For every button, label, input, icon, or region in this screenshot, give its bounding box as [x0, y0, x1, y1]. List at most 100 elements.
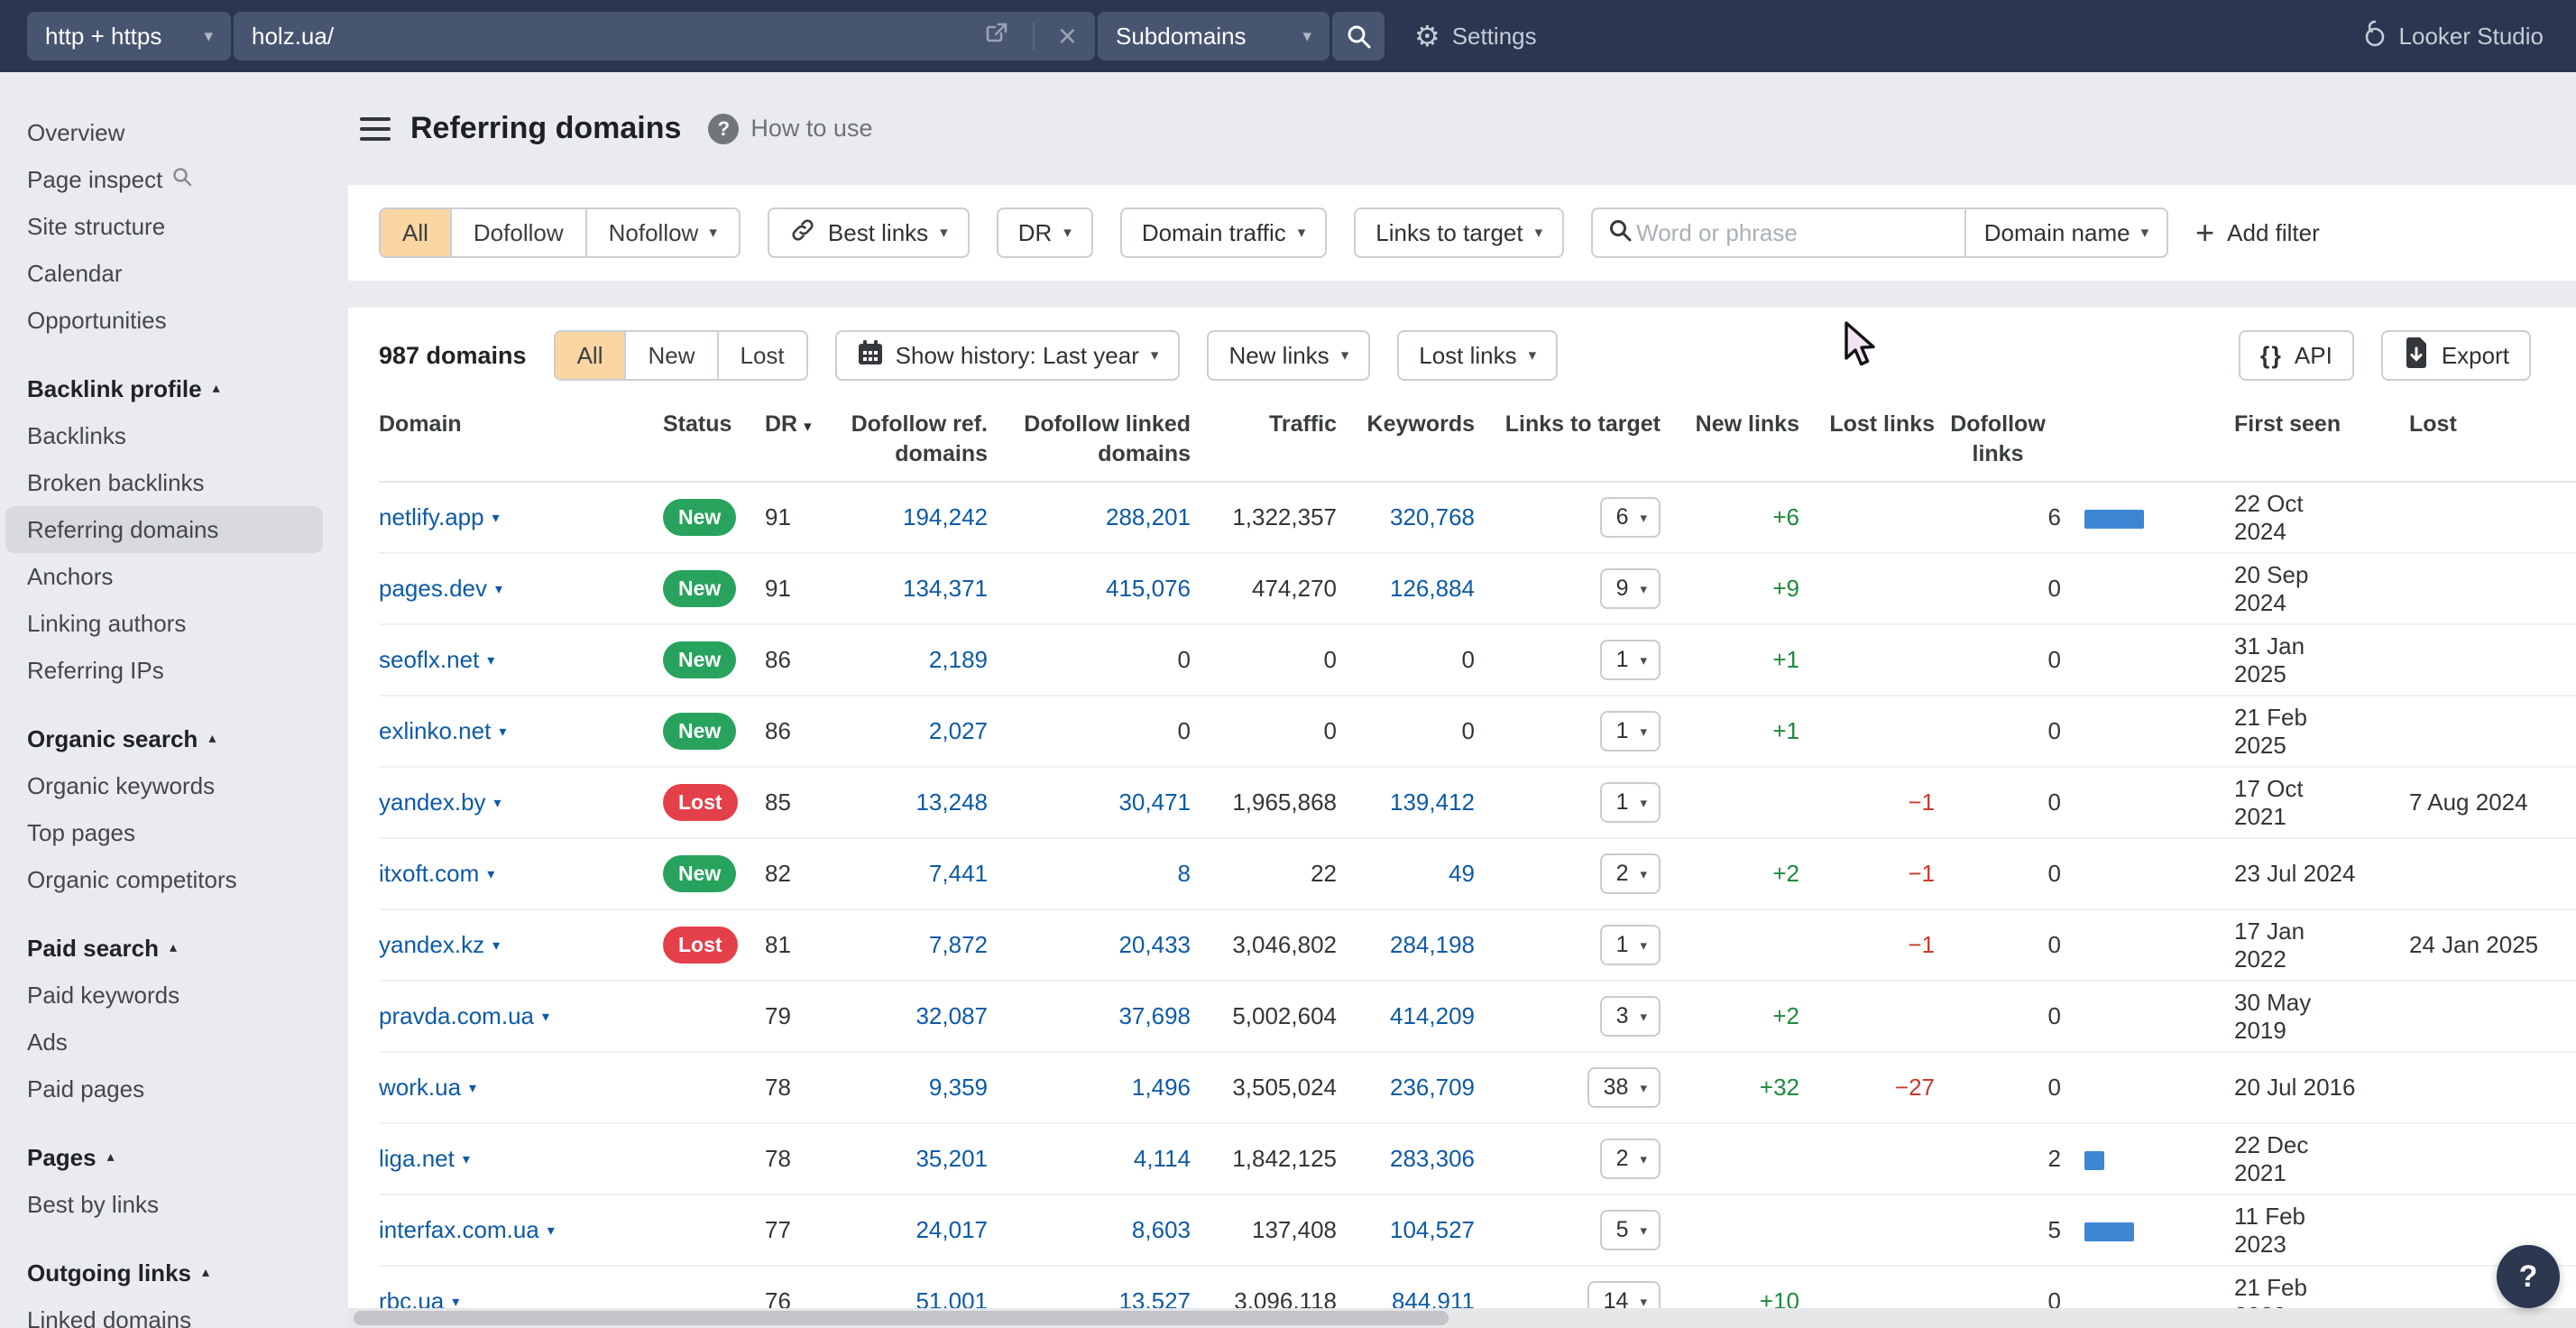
- sidebar-item-paid-keywords[interactable]: Paid keywords: [5, 972, 323, 1019]
- tab-all[interactable]: All: [556, 332, 625, 379]
- col-first-seen[interactable]: First seen: [2160, 410, 2359, 439]
- domain-link[interactable]: interfax.com.ua▾: [379, 1216, 555, 1244]
- sidebar-item-referring-domains[interactable]: Referring domains: [5, 506, 323, 553]
- dofollow-linked-domains-link[interactable]: 8,603: [1132, 1216, 1191, 1243]
- dr-filter-button[interactable]: DR▾: [997, 208, 1093, 258]
- target-url-input[interactable]: holz.ua/ ×: [234, 12, 1095, 60]
- dofollow-linked-domains-link[interactable]: 30,471: [1118, 788, 1191, 816]
- open-external-icon[interactable]: [984, 21, 1009, 52]
- col-dofollow-linked-domains[interactable]: Dofollow linked domains: [988, 410, 1191, 468]
- dofollow-linked-domains-link[interactable]: 4,114: [1134, 1145, 1191, 1172]
- links-to-target-select[interactable]: 1▾: [1600, 640, 1661, 680]
- links-to-target-select[interactable]: 1▾: [1600, 711, 1661, 752]
- sidebar-group-paid-search[interactable]: Paid search▴: [0, 925, 348, 972]
- new-links-button[interactable]: New links▾: [1207, 330, 1370, 381]
- lost-links-button[interactable]: Lost links▾: [1397, 330, 1558, 381]
- show-history-button[interactable]: Show history: Last year ▾: [835, 330, 1181, 381]
- col-links-to-target[interactable]: Links to target: [1475, 410, 1682, 439]
- sidebar-item-broken-backlinks[interactable]: Broken backlinks: [5, 459, 323, 506]
- links-to-target-select[interactable]: 2▾: [1600, 1139, 1661, 1179]
- keywords-link[interactable]: 320,768: [1390, 503, 1475, 530]
- col-traffic[interactable]: Traffic: [1191, 410, 1337, 439]
- clear-url-icon[interactable]: ×: [1058, 20, 1077, 52]
- domain-link[interactable]: yandex.by▾: [379, 788, 501, 816]
- links-to-target-select[interactable]: 2▾: [1600, 853, 1661, 894]
- dofollow-linked-domains-link[interactable]: 8: [1178, 860, 1191, 887]
- keywords-link[interactable]: 104,527: [1390, 1216, 1475, 1243]
- tab-nofollow[interactable]: Nofollow▾: [585, 209, 739, 256]
- dofollow-ref-domains-link[interactable]: 134,371: [903, 575, 988, 602]
- tab-all[interactable]: All: [381, 209, 450, 256]
- dofollow-linked-domains-link[interactable]: 415,076: [1106, 575, 1191, 602]
- sidebar-item-referring-ips[interactable]: Referring IPs: [5, 647, 323, 694]
- sidebar-item-top-pages[interactable]: Top pages: [5, 809, 323, 856]
- sidebar-item-linking-authors[interactable]: Linking authors: [5, 600, 323, 647]
- best-links-filter-button[interactable]: Best links ▾: [768, 208, 970, 258]
- dofollow-linked-domains-link[interactable]: 288,201: [1106, 503, 1191, 530]
- tab-dofollow[interactable]: Dofollow: [450, 209, 585, 256]
- export-button[interactable]: Export: [2381, 330, 2531, 381]
- keywords-link[interactable]: 414,209: [1390, 1002, 1475, 1029]
- col-lost[interactable]: Lost: [2359, 410, 2576, 439]
- links-to-target-select[interactable]: 5▾: [1600, 1210, 1661, 1250]
- dofollow-ref-domains-link[interactable]: 35,201: [915, 1145, 988, 1172]
- sidebar-group-organic-search[interactable]: Organic search▴: [0, 715, 348, 762]
- scrollbar-thumb[interactable]: [354, 1311, 1449, 1325]
- col-dofollow-links[interactable]: Dofollow links: [1935, 410, 2061, 468]
- dofollow-ref-domains-link[interactable]: 194,242: [903, 503, 988, 530]
- how-to-use-link[interactable]: ? How to use: [708, 114, 872, 144]
- col-dr[interactable]: DR ▾: [758, 410, 830, 439]
- dofollow-ref-domains-link[interactable]: 7,441: [929, 860, 988, 887]
- domain-link[interactable]: pravda.com.ua▾: [379, 1002, 549, 1030]
- keywords-link[interactable]: 139,412: [1390, 788, 1475, 816]
- tab-new[interactable]: New: [624, 332, 716, 379]
- domain-link[interactable]: yandex.kz▾: [379, 931, 500, 959]
- links-to-target-select[interactable]: 9▾: [1600, 568, 1661, 609]
- keywords-link[interactable]: 283,306: [1390, 1145, 1475, 1172]
- dofollow-ref-domains-link[interactable]: 9,359: [929, 1074, 988, 1101]
- sidebar-item-calendar[interactable]: Calendar: [5, 250, 323, 297]
- dofollow-linked-domains-link[interactable]: 20,433: [1118, 931, 1191, 958]
- links-to-target-select[interactable]: 1▾: [1600, 782, 1661, 823]
- sidebar-item-ads[interactable]: Ads: [5, 1019, 323, 1065]
- domain-link[interactable]: work.ua▾: [379, 1074, 476, 1102]
- dofollow-ref-domains-link[interactable]: 32,087: [915, 1002, 988, 1029]
- dofollow-ref-domains-link[interactable]: 2,189: [929, 646, 988, 673]
- sidebar-item-anchors[interactable]: Anchors: [5, 553, 323, 600]
- domain-traffic-filter-button[interactable]: Domain traffic▾: [1120, 208, 1327, 258]
- sidebar-item-opportunities[interactable]: Opportunities: [5, 297, 323, 344]
- horizontal-scrollbar[interactable]: [348, 1308, 2576, 1328]
- col-dofollow-ref-domains[interactable]: Dofollow ref. domains: [830, 410, 988, 468]
- looker-studio-button[interactable]: Looker Studio: [2360, 19, 2544, 54]
- col-status[interactable]: Status: [658, 410, 758, 439]
- help-button[interactable]: ?: [2497, 1245, 2560, 1308]
- sidebar-item-paid-pages[interactable]: Paid pages: [5, 1065, 323, 1112]
- links-to-target-select[interactable]: 38▾: [1587, 1067, 1661, 1108]
- keywords-link[interactable]: 49: [1449, 860, 1475, 887]
- dofollow-ref-domains-link[interactable]: 24,017: [915, 1216, 988, 1243]
- domain-link[interactable]: exlinko.net▾: [379, 717, 506, 745]
- domain-link[interactable]: itxoft.com▾: [379, 860, 494, 888]
- keywords-link[interactable]: 284,198: [1390, 931, 1475, 958]
- col-new-links[interactable]: New links: [1682, 410, 1799, 439]
- sidebar-item-organic-competitors[interactable]: Organic competitors: [5, 856, 323, 903]
- dofollow-linked-domains-link[interactable]: 1,496: [1132, 1074, 1191, 1101]
- sidebar-group-pages[interactable]: Pages▴: [0, 1134, 348, 1181]
- dofollow-ref-domains-link[interactable]: 7,872: [929, 931, 988, 958]
- sidebar-item-backlinks[interactable]: Backlinks: [5, 412, 323, 459]
- sidebar-item-page-inspect[interactable]: Page inspect: [5, 156, 323, 203]
- sidebar-group-backlink-profile[interactable]: Backlink profile▴: [0, 365, 348, 412]
- col-lost-links[interactable]: Lost links: [1799, 410, 1935, 439]
- domain-link[interactable]: seoflx.net▾: [379, 646, 494, 674]
- col-domain[interactable]: Domain: [379, 410, 658, 439]
- sidebar-item-site-structure[interactable]: Site structure: [5, 203, 323, 250]
- links-to-target-filter-button[interactable]: Links to target▾: [1354, 208, 1564, 258]
- col-keywords[interactable]: Keywords: [1337, 410, 1475, 439]
- keywords-link[interactable]: 236,709: [1390, 1074, 1475, 1101]
- menu-icon[interactable]: [360, 111, 391, 147]
- dofollow-ref-domains-link[interactable]: 13,248: [915, 788, 988, 816]
- sidebar-item-best-by-links[interactable]: Best by links: [5, 1181, 323, 1228]
- api-button[interactable]: {}API: [2239, 330, 2354, 381]
- scope-select[interactable]: Subdomains ▾: [1098, 12, 1329, 60]
- dofollow-linked-domains-link[interactable]: 37,698: [1118, 1002, 1191, 1029]
